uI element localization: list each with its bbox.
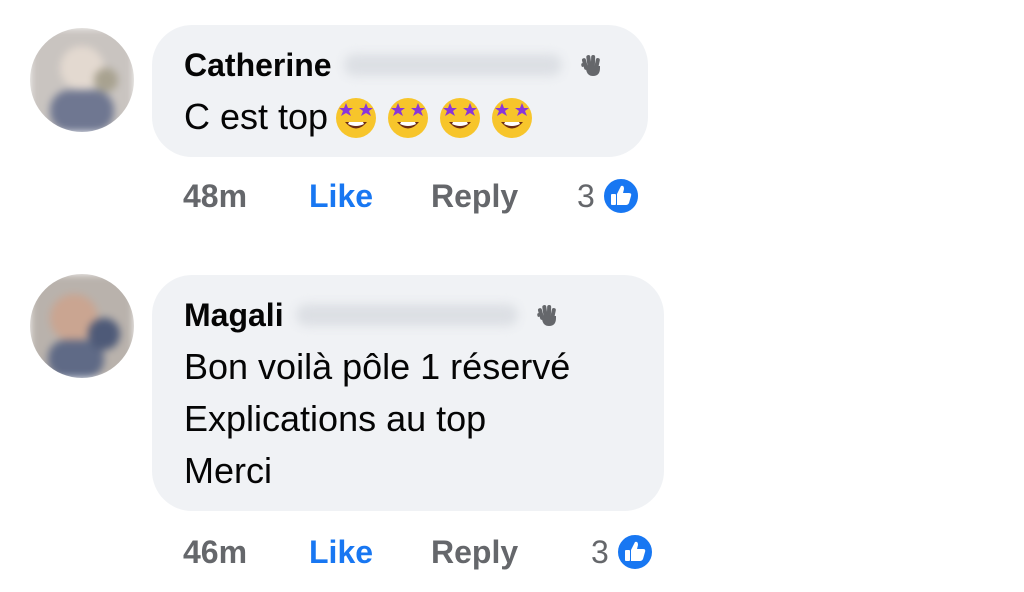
comment: Magali Bon voilà pôle 1 réservé Explicat… (0, 250, 1024, 592)
reaction-summary[interactable]: 3 (591, 532, 655, 572)
avatar-image (30, 274, 134, 378)
comment-bubble: Magali Bon voilà pôle 1 réservé Explicat… (152, 275, 664, 511)
comment-text: C est top (184, 96, 329, 137)
comment-text: Bon voilà pôle 1 réservé Explications au… (184, 346, 571, 491)
reply-button[interactable]: Reply (431, 534, 577, 571)
reaction-count: 3 (591, 533, 609, 570)
emoji-row (330, 91, 538, 143)
comment-actions: 46m Like Reply 3 (183, 528, 655, 576)
star-struck-emoji-icon (382, 91, 434, 143)
like-icon (615, 532, 655, 572)
comment-actions: 48m Like Reply 3 (183, 172, 641, 220)
blurred-surname (295, 304, 518, 326)
reaction-count: 3 (577, 177, 595, 214)
like-button[interactable]: Like (309, 178, 431, 215)
star-struck-emoji-icon (330, 91, 382, 143)
waving-hand-icon (574, 49, 606, 81)
timestamp[interactable]: 48m (183, 178, 309, 215)
waving-hand-icon (530, 299, 562, 331)
comment: Catherine C est top 48m Like Reply 3 (0, 0, 1024, 240)
avatar[interactable] (30, 28, 134, 132)
timestamp[interactable]: 46m (183, 534, 309, 571)
blurred-surname (343, 54, 562, 76)
comment-bubble: Catherine C est top (152, 25, 648, 157)
author-name[interactable]: Catherine (184, 45, 332, 85)
reply-button[interactable]: Reply (431, 178, 577, 215)
avatar[interactable] (30, 274, 134, 378)
star-struck-emoji-icon (486, 91, 538, 143)
reaction-summary[interactable]: 3 (577, 176, 641, 216)
like-icon (601, 176, 641, 216)
star-struck-emoji-icon (434, 91, 486, 143)
author-name[interactable]: Magali (184, 295, 284, 335)
like-button[interactable]: Like (309, 534, 431, 571)
avatar-image (30, 28, 134, 132)
